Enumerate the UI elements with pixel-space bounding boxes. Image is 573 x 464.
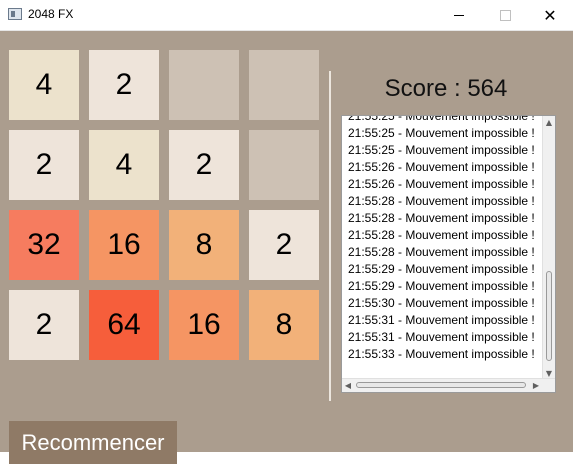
tile-4: 4 bbox=[89, 130, 159, 200]
restart-button[interactable]: Recommencer bbox=[9, 421, 177, 464]
tile-empty bbox=[249, 130, 319, 200]
tile-16: 16 bbox=[89, 210, 159, 280]
title-bar: 2048 FX ✕ bbox=[0, 0, 573, 31]
tile-2: 2 bbox=[9, 130, 79, 200]
log-entry: 21:55:28 - Mouvement impossible ! bbox=[348, 228, 535, 242]
game-area: 4 2 2 4 2 32 16 8 2 2 64 16 8 Score : 564 21:55:25 -… bbox=[0, 31, 573, 464]
log-entry: 21:55:29 - Mouvement impossible ! bbox=[348, 262, 535, 276]
horizontal-scrollbar[interactable]: ◀ ▶ bbox=[342, 378, 555, 392]
tile-8: 8 bbox=[249, 290, 319, 360]
tile-2: 2 bbox=[249, 210, 319, 280]
tile-16: 16 bbox=[169, 290, 239, 360]
scroll-left-icon[interactable]: ◀ bbox=[342, 379, 354, 392]
window-title: 2048 FX bbox=[28, 7, 74, 21]
score-label: Score : 564 bbox=[384, 75, 508, 102]
log-entry: 21:55:25 - Mouvement impossible ! bbox=[348, 115, 535, 123]
log-entry: 21:55:33 - Mouvement impossible ! bbox=[348, 347, 535, 361]
move-log[interactable]: 21:55:25 - Mouvement impossible ! 21:55:2… bbox=[341, 115, 556, 393]
panel-divider bbox=[329, 71, 331, 401]
app-window-icon bbox=[8, 8, 22, 20]
tile-empty bbox=[249, 50, 319, 120]
vertical-scroll-thumb[interactable] bbox=[546, 271, 552, 361]
log-entry: 21:55:31 - Mouvement impossible ! bbox=[348, 330, 535, 344]
log-entry: 21:55:25 - Mouvement impossible ! bbox=[348, 143, 535, 157]
vertical-scrollbar[interactable]: ▲ ▼ bbox=[542, 116, 555, 379]
log-entry: 21:55:28 - Mouvement impossible ! bbox=[348, 245, 535, 259]
tile-32: 32 bbox=[9, 210, 79, 280]
log-entry: 21:55:28 - Mouvement impossible ! bbox=[348, 194, 535, 208]
tile-4: 4 bbox=[9, 50, 79, 120]
close-icon: ✕ bbox=[543, 5, 557, 25]
log-entry: 21:55:31 - Mouvement impossible ! bbox=[348, 313, 535, 327]
log-entry: 21:55:26 - Mouvement impossible ! bbox=[348, 177, 535, 191]
log-entry: 21:55:28 - Mouvement impossible ! bbox=[348, 211, 535, 225]
tile-2: 2 bbox=[89, 50, 159, 120]
tile-8: 8 bbox=[169, 210, 239, 280]
maximize-icon bbox=[499, 9, 511, 21]
minimize-button[interactable] bbox=[436, 0, 482, 30]
tile-2: 2 bbox=[169, 130, 239, 200]
log-entry: 21:55:29 - Mouvement impossible ! bbox=[348, 279, 535, 293]
log-entry: 21:55:25 - Mouvement impossible ! bbox=[348, 126, 535, 140]
log-entry: 21:55:30 - Mouvement impossible ! bbox=[348, 296, 535, 310]
tile-2: 2 bbox=[9, 290, 79, 360]
log-list: 21:55:25 - Mouvement impossible ! 21:55:2… bbox=[348, 115, 538, 363]
maximize-button[interactable] bbox=[482, 0, 528, 30]
close-button[interactable]: ✕ bbox=[527, 0, 573, 30]
scroll-right-icon[interactable]: ▶ bbox=[530, 379, 542, 392]
tile-64: 64 bbox=[89, 290, 159, 360]
scroll-up-icon[interactable]: ▲ bbox=[543, 116, 555, 128]
minimize-icon bbox=[454, 14, 464, 16]
horizontal-scroll-thumb[interactable] bbox=[356, 382, 526, 388]
log-entry: 21:55:26 - Mouvement impossible ! bbox=[348, 160, 535, 174]
tile-empty bbox=[169, 50, 239, 120]
